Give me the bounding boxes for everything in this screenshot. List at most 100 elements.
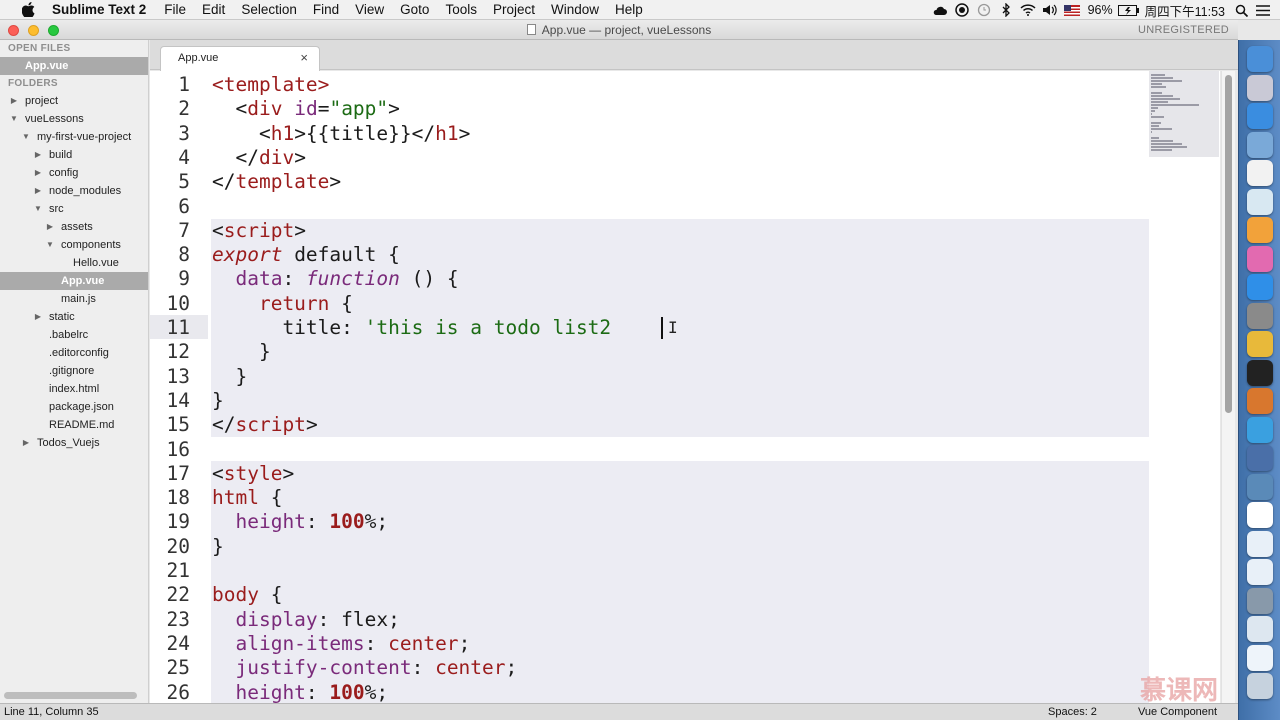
sidebar-horizontal-scrollbar[interactable]	[4, 692, 137, 699]
line-number-gutter: 1 2 3 4 5 6 7 8 9 10 11 12 13 14 15 16 17 18 19 20 21 22 23 24 2…	[150, 71, 206, 703]
tab-app-vue[interactable]: App.vue ×	[160, 46, 320, 71]
code-line: </template>	[212, 170, 341, 194]
tree-item[interactable]: ▶ config	[0, 164, 148, 182]
battery-icon[interactable]	[1117, 0, 1140, 20]
tree-item[interactable]: index.html	[0, 380, 148, 398]
open-file-item[interactable]: App.vue	[0, 57, 148, 75]
disclosure-closed-icon[interactable]: ▶	[9, 92, 19, 110]
quicktime-icon[interactable]	[1247, 473, 1273, 500]
wifi-icon[interactable]	[1017, 0, 1039, 20]
apple-menu-icon[interactable]	[14, 0, 42, 20]
terminal-icon[interactable]	[1247, 359, 1273, 386]
code-token: justify-content	[212, 656, 412, 680]
tree-item[interactable]: package.json	[0, 398, 148, 416]
tree-item[interactable]: Hello.vue	[0, 254, 148, 272]
tree-item[interactable]: ▶ node_modules	[0, 182, 148, 200]
itunes-icon[interactable]	[1247, 245, 1273, 272]
menu-tools[interactable]: Tools	[437, 0, 485, 20]
spotlight-icon[interactable]	[1230, 0, 1252, 20]
text-cursor	[661, 317, 663, 339]
menu-view[interactable]: View	[347, 0, 392, 20]
menu-project[interactable]: Project	[485, 0, 543, 20]
time-machine-icon[interactable]	[973, 0, 995, 20]
tree-item[interactable]: .gitignore	[0, 362, 148, 380]
menu-goto[interactable]: Goto	[392, 0, 437, 20]
photo-app-icon[interactable]	[1247, 217, 1273, 243]
screen-sharing-icon[interactable]	[1247, 445, 1273, 471]
calendar-icon[interactable]	[1247, 160, 1273, 186]
scrollbar-thumb[interactable]	[1225, 75, 1232, 413]
code-token: 'this is a todo list2	[364, 316, 612, 339]
code-editor[interactable]: 1 2 3 4 5 6 7 8 9 10 11 12 13 14 15 16 17 18 19 20 21 22 23 24 2…	[150, 71, 1220, 703]
app-store-icon[interactable]	[1247, 274, 1273, 300]
preview-icon[interactable]	[1247, 131, 1273, 158]
chrome-icon[interactable]	[1247, 331, 1273, 357]
tree-item[interactable]: main.js	[0, 290, 148, 308]
disclosure-open-icon[interactable]: ▼	[45, 236, 55, 254]
disclosure-closed-icon[interactable]: ▶	[21, 434, 31, 452]
menu-window[interactable]: Window	[543, 0, 607, 20]
finder-icon[interactable]	[1247, 46, 1273, 72]
menu-find[interactable]: Find	[305, 0, 347, 20]
printer-icon[interactable]	[1247, 502, 1273, 528]
system-preferences-icon[interactable]	[1247, 302, 1273, 329]
code-token: >	[305, 413, 318, 437]
minimap[interactable]	[1149, 71, 1219, 157]
clock[interactable]: 周四下午11:53	[1140, 1, 1230, 20]
tree-item[interactable]: App.vue	[0, 272, 148, 290]
editor-vertical-scrollbar[interactable]	[1221, 71, 1235, 703]
disclosure-closed-icon[interactable]: ▶	[33, 308, 43, 326]
code-token: }	[212, 340, 271, 364]
window-4-icon[interactable]	[1247, 616, 1273, 642]
notification-center-icon[interactable]	[1252, 0, 1274, 20]
tree-item[interactable]: README.md	[0, 416, 148, 434]
window-1-icon[interactable]	[1247, 530, 1273, 557]
bluetooth-icon[interactable]	[995, 0, 1017, 20]
keynote-icon[interactable]	[1247, 416, 1273, 443]
cloud-icon[interactable]	[929, 0, 951, 20]
tab-close-icon[interactable]: ×	[300, 47, 308, 69]
minimap-line	[1151, 149, 1172, 151]
tree-item[interactable]: ▼ vueLessons	[0, 110, 148, 128]
disclosure-open-icon[interactable]: ▼	[9, 110, 19, 128]
safari-icon[interactable]	[1247, 103, 1273, 129]
window-2-icon[interactable]	[1247, 559, 1273, 585]
tree-item[interactable]: ▼ components	[0, 236, 148, 254]
menu-help[interactable]: Help	[607, 0, 651, 20]
disclosure-closed-icon[interactable]: ▶	[45, 218, 55, 236]
tree-item[interactable]: .babelrc	[0, 326, 148, 344]
tree-item[interactable]: ▼ my-first-vue-project	[0, 128, 148, 146]
code-token: script	[235, 413, 306, 437]
menu-edit[interactable]: Edit	[194, 0, 233, 20]
record-icon[interactable]	[951, 0, 973, 20]
sublime-icon[interactable]	[1247, 388, 1273, 414]
us-flag-icon[interactable]	[1061, 0, 1083, 20]
disclosure-open-icon[interactable]: ▼	[21, 128, 31, 146]
disclosure-closed-icon[interactable]: ▶	[33, 164, 43, 182]
menu-selection[interactable]: Selection	[233, 0, 305, 20]
tree-item[interactable]: .editorconfig	[0, 344, 148, 362]
app-menu[interactable]: Sublime Text 2	[42, 0, 156, 20]
volume-icon[interactable]	[1039, 0, 1061, 20]
folders-header: FOLDERS	[8, 78, 58, 89]
menu-file[interactable]: File	[156, 0, 194, 20]
indentation-setting[interactable]: Spaces: 2	[1048, 704, 1097, 720]
disclosure-open-icon[interactable]: ▼	[33, 200, 43, 218]
tree-item[interactable]: ▼ src	[0, 200, 148, 218]
disclosure-closed-icon[interactable]: ▶	[33, 182, 43, 200]
code-token: <	[212, 461, 224, 485]
tree-item[interactable]: ▶ project	[0, 92, 148, 110]
tree-item[interactable]: ▶ assets	[0, 218, 148, 236]
tree-item[interactable]: ▶ Todos_Vuejs	[0, 434, 148, 452]
trash-icon[interactable]	[1247, 673, 1273, 699]
window-5-icon[interactable]	[1247, 644, 1273, 671]
launchpad-icon[interactable]	[1247, 74, 1273, 101]
battery-percent[interactable]: 96%	[1083, 3, 1118, 17]
window-3-icon[interactable]	[1247, 587, 1273, 614]
disclosure-closed-icon[interactable]: ▶	[33, 146, 43, 164]
tree-item[interactable]: ▶ build	[0, 146, 148, 164]
tree-item[interactable]: ▶ static	[0, 308, 148, 326]
line-number: 19	[166, 510, 190, 534]
photos-icon[interactable]	[1247, 188, 1273, 215]
line-number: 23	[166, 607, 190, 631]
